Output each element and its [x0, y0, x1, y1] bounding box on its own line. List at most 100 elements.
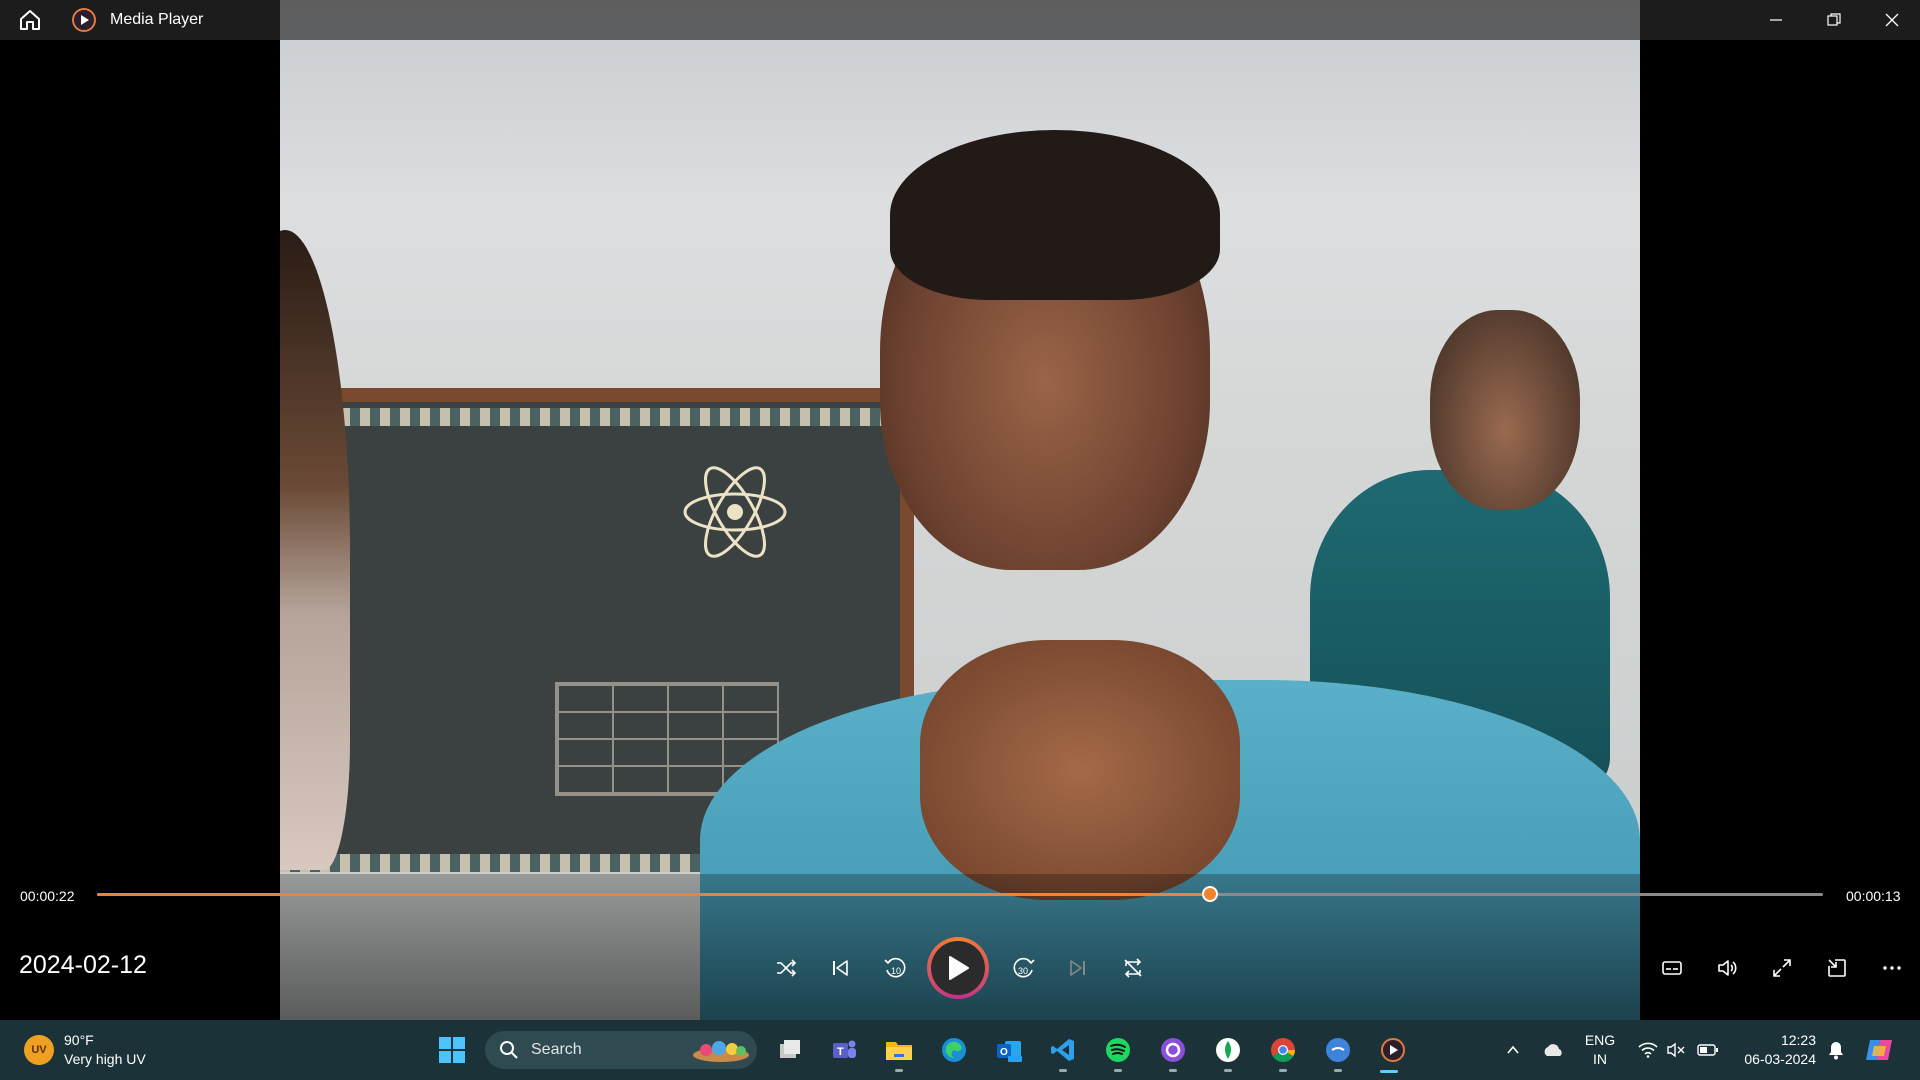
- running-indicator: [1114, 1069, 1122, 1072]
- previous-icon: [833, 960, 848, 976]
- show-hidden-icons-button[interactable]: [1499, 1032, 1527, 1068]
- media-player-icon: [1381, 1038, 1405, 1062]
- outlook-button[interactable]: O: [990, 1032, 1028, 1068]
- chrome-button[interactable]: [1264, 1032, 1302, 1072]
- edge-icon: [942, 1038, 966, 1062]
- teams-button[interactable]: T: [825, 1032, 863, 1068]
- subtitles-button[interactable]: [1652, 948, 1692, 988]
- person-left-edge: [280, 230, 350, 870]
- search-icon: [500, 1041, 518, 1059]
- running-indicator: [1279, 1069, 1287, 1072]
- video-frame[interactable]: [280, 0, 1640, 1020]
- svg-text:T: T: [837, 1046, 844, 1058]
- volume-tray-button[interactable]: [1662, 1032, 1690, 1068]
- video-top-shade: [280, 0, 1640, 40]
- canva-icon: [1326, 1038, 1350, 1062]
- previous-button[interactable]: [820, 948, 860, 988]
- next-icon: [1070, 960, 1085, 976]
- task-view-button[interactable]: [771, 1032, 809, 1068]
- running-indicator: [1334, 1069, 1342, 1072]
- elapsed-time: 00:00:22: [20, 888, 75, 904]
- mongodb-button[interactable]: [1209, 1032, 1247, 1072]
- close-button[interactable]: [1864, 0, 1920, 40]
- seek-bar-progress: [97, 893, 1211, 896]
- minimize-icon: [1770, 19, 1782, 21]
- minimize-button[interactable]: [1748, 0, 1804, 40]
- volume-icon: [1718, 960, 1737, 976]
- repeat-icon: [1124, 958, 1142, 978]
- onedrive-icon: [1544, 1044, 1562, 1056]
- person-main-hair: [890, 130, 1220, 300]
- weather-icon[interactable]: UV: [24, 1035, 54, 1065]
- input-language[interactable]: ENG: [1578, 1032, 1622, 1048]
- play-icon: [949, 956, 969, 980]
- atom-drawing: [683, 466, 787, 558]
- running-indicator: [895, 1069, 903, 1072]
- edge-button[interactable]: [935, 1032, 973, 1068]
- svg-text:O: O: [1000, 1047, 1008, 1058]
- weather-description[interactable]: Very high UV: [64, 1051, 146, 1067]
- home-icon[interactable]: [14, 6, 46, 34]
- rewind-button[interactable]: 10: [875, 948, 915, 988]
- windows-start-icon: [439, 1037, 465, 1063]
- vscode-icon: [1051, 1039, 1074, 1061]
- person-main-hands: [920, 640, 1240, 900]
- weather-temperature[interactable]: 90°F: [64, 1032, 94, 1048]
- outlook-icon: O: [997, 1041, 1022, 1062]
- bell-icon: [1829, 1042, 1843, 1060]
- miniplayer-button[interactable]: [1817, 948, 1857, 988]
- forward-seconds-label: 30: [1018, 966, 1028, 976]
- seek-bar[interactable]: [97, 886, 1823, 902]
- github-button[interactable]: [1154, 1032, 1192, 1072]
- forward-30-icon: 30: [1013, 957, 1035, 978]
- clock-date[interactable]: 06-03-2024: [1736, 1051, 1816, 1067]
- spotify-icon: [1106, 1038, 1130, 1062]
- window-title: Media Player: [110, 11, 204, 28]
- media-player-icon: [71, 7, 97, 33]
- file-explorer-icon: [886, 1042, 912, 1060]
- file-explorer-button[interactable]: [880, 1032, 918, 1072]
- play-button[interactable]: [927, 937, 989, 999]
- start-button[interactable]: [433, 1032, 471, 1068]
- more-icon: [1883, 966, 1901, 970]
- media-title: 2024-02-12: [19, 951, 147, 979]
- volume-button[interactable]: [1707, 948, 1747, 988]
- restore-icon: [1827, 13, 1841, 26]
- onedrive-button[interactable]: [1538, 1032, 1568, 1068]
- input-region[interactable]: IN: [1578, 1051, 1622, 1067]
- forward-button[interactable]: 30: [1004, 948, 1044, 988]
- shuffle-button[interactable]: [766, 948, 806, 988]
- fullscreen-button[interactable]: [1762, 948, 1802, 988]
- rewind-10-icon: 10: [884, 957, 906, 978]
- repeat-button[interactable]: [1113, 948, 1153, 988]
- more-options-button[interactable]: [1872, 948, 1912, 988]
- volume-muted-icon: [1667, 1042, 1685, 1058]
- task-view-icon: [780, 1040, 800, 1058]
- wifi-button[interactable]: [1634, 1032, 1662, 1068]
- canva-button[interactable]: [1319, 1032, 1357, 1072]
- battery-icon: [1697, 1044, 1718, 1056]
- next-button[interactable]: [1058, 948, 1098, 988]
- search-highlight-icon: [693, 1041, 749, 1062]
- rewind-seconds-label: 10: [891, 966, 901, 976]
- fullscreen-icon: [1773, 959, 1791, 977]
- spotify-button[interactable]: [1099, 1032, 1137, 1072]
- subtitles-icon: [1662, 961, 1682, 975]
- remaining-time: 00:00:13: [1846, 888, 1901, 904]
- chevron-up-icon: [1507, 1045, 1519, 1054]
- notifications-button[interactable]: [1822, 1032, 1850, 1068]
- restore-button[interactable]: [1806, 0, 1862, 40]
- media-player-taskbar-button[interactable]: [1374, 1032, 1412, 1068]
- copilot-button[interactable]: [1860, 1032, 1900, 1068]
- person-background-head: [1430, 310, 1580, 510]
- mongodb-icon: [1216, 1038, 1240, 1062]
- battery-button[interactable]: [1694, 1032, 1722, 1068]
- clock-time[interactable]: 12:23: [1736, 1032, 1816, 1048]
- taskbar-search[interactable]: Search: [485, 1031, 757, 1069]
- running-indicator: [1059, 1069, 1067, 1072]
- running-indicator: [1224, 1069, 1232, 1072]
- search-label: Search: [531, 1041, 582, 1058]
- active-app-indicator: [1380, 1070, 1398, 1073]
- vscode-button[interactable]: [1044, 1032, 1082, 1072]
- miniplayer-icon: [1828, 959, 1846, 977]
